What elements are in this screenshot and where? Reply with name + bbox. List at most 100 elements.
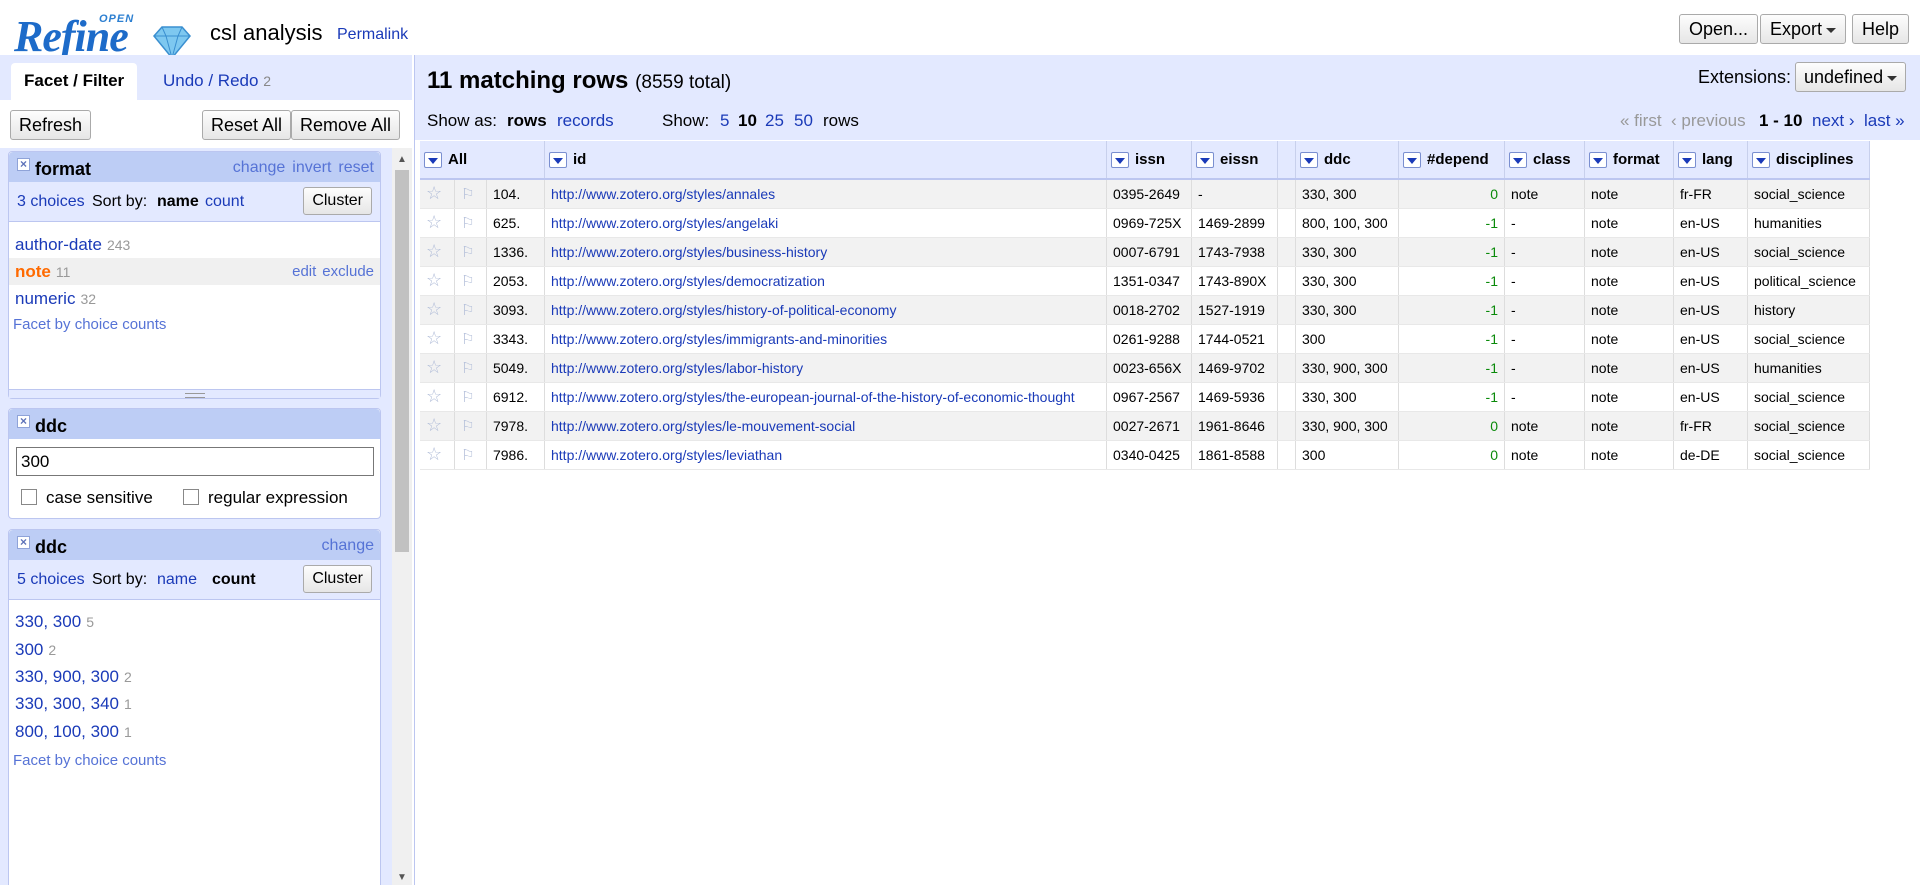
facet-by-choice-counts-link[interactable]: Facet by choice counts	[13, 752, 166, 769]
case-sensitive-checkbox[interactable]	[21, 489, 37, 505]
flag-icon[interactable]: ⚐	[454, 382, 487, 412]
column-header-ddc[interactable]: ddc	[1295, 141, 1399, 180]
facet-choice-label[interactable]: 330, 300	[15, 612, 81, 631]
pager-first[interactable]: « first	[1620, 111, 1662, 131]
scroll-up-icon[interactable]: ▲	[397, 154, 407, 165]
close-icon[interactable]: ×	[17, 158, 30, 171]
cluster-button[interactable]: Cluster	[303, 565, 372, 593]
exclude-link[interactable]: exclude	[322, 263, 374, 280]
remove-all-button[interactable]: Remove All	[291, 110, 401, 140]
facet-ddc-list-title[interactable]: ddc	[35, 537, 67, 558]
star-icon[interactable]: ☆	[420, 382, 456, 412]
facet-change-link[interactable]: change	[233, 159, 286, 176]
flag-icon[interactable]: ⚐	[454, 411, 487, 441]
cluster-button[interactable]: Cluster	[303, 187, 372, 215]
close-icon[interactable]: ×	[17, 536, 30, 549]
facet-choice-label[interactable]: 300	[15, 640, 43, 659]
resize-handle[interactable]	[9, 389, 380, 398]
facet-choice[interactable]: author-date 243	[9, 231, 380, 258]
cell-id[interactable]: http://www.zotero.org/styles/labor-histo…	[544, 353, 1107, 383]
star-icon[interactable]: ☆	[420, 266, 456, 296]
column-header-depend[interactable]: #depend	[1398, 141, 1505, 180]
column-header-all[interactable]: All	[420, 141, 545, 180]
cell-id[interactable]: http://www.zotero.org/styles/history-of-…	[544, 295, 1107, 325]
facet-choice-label[interactable]: numeric	[15, 289, 75, 308]
star-icon[interactable]: ☆	[420, 440, 456, 470]
cell-id[interactable]: http://www.zotero.org/styles/le-mouvemen…	[544, 411, 1107, 441]
facet-by-choice-counts-link[interactable]: Facet by choice counts	[13, 316, 166, 333]
column-header-disciplines[interactable]: disciplines	[1747, 141, 1870, 180]
facet-scrollbar[interactable]: ▲ ▼	[392, 148, 412, 885]
cell-id[interactable]: http://www.zotero.org/styles/democratiza…	[544, 266, 1107, 296]
column-menu-icon[interactable]	[1196, 152, 1214, 169]
help-button[interactable]: Help	[1852, 14, 1910, 44]
cell-id-link[interactable]: http://www.zotero.org/styles/labor-histo…	[551, 360, 803, 376]
column-menu-icon[interactable]	[1111, 152, 1129, 169]
flag-icon[interactable]: ⚐	[454, 295, 487, 325]
flag-icon[interactable]: ⚐	[454, 440, 487, 470]
column-menu-icon[interactable]	[1509, 152, 1527, 169]
text-filter-input[interactable]	[16, 447, 374, 476]
cell-id-link[interactable]: http://www.zotero.org/styles/business-hi…	[551, 244, 827, 260]
facet-choice[interactable]: 330, 300 5	[9, 608, 380, 635]
facet-reset-link[interactable]: reset	[338, 159, 374, 176]
column-menu-icon[interactable]	[424, 152, 442, 169]
cell-id-link[interactable]: http://www.zotero.org/styles/annales	[551, 186, 775, 202]
cell-id-link[interactable]: http://www.zotero.org/styles/democratiza…	[551, 273, 825, 289]
column-header-id[interactable]: id	[544, 141, 1107, 180]
openrefine-logo[interactable]: Refine OPEN	[14, 8, 194, 61]
permalink-link[interactable]: Permalink	[337, 26, 408, 44]
column-menu-icon[interactable]	[1678, 152, 1696, 169]
cell-id-link[interactable]: http://www.zotero.org/styles/leviathan	[551, 447, 782, 463]
sort-by-name[interactable]: name	[157, 193, 199, 211]
facet-format-title[interactable]: format	[35, 159, 91, 180]
facet-choice[interactable]: 300 2	[9, 636, 380, 663]
records-mode-link[interactable]: records	[557, 111, 614, 131]
edit-link[interactable]: edit	[292, 263, 316, 280]
facet-choice[interactable]: 330, 300, 340 1	[9, 690, 380, 717]
facet-choice[interactable]: numeric 32	[9, 285, 380, 312]
column-header-blank[interactable]	[1277, 141, 1296, 180]
page-size-5[interactable]: 5	[720, 111, 729, 131]
refresh-button[interactable]: Refresh	[10, 110, 92, 140]
page-size-50[interactable]: 50	[794, 111, 813, 131]
sort-by-name[interactable]: name	[157, 571, 197, 589]
sort-by-count[interactable]: count	[205, 193, 244, 211]
cell-id[interactable]: http://www.zotero.org/styles/the-europea…	[544, 382, 1107, 412]
flag-icon[interactable]: ⚐	[454, 353, 487, 383]
project-title[interactable]: csl analysis	[210, 20, 322, 46]
column-menu-icon[interactable]	[1403, 152, 1421, 169]
column-header-eissn[interactable]: eissn	[1191, 141, 1278, 180]
star-icon[interactable]: ☆	[420, 411, 456, 441]
regular-expression-checkbox[interactable]	[183, 489, 199, 505]
star-icon[interactable]: ☆	[420, 237, 456, 267]
cell-id[interactable]: http://www.zotero.org/styles/angelaki	[544, 208, 1107, 238]
facet-choice-label[interactable]: 330, 900, 300	[15, 667, 119, 686]
cell-id-link[interactable]: http://www.zotero.org/styles/le-mouvemen…	[551, 418, 855, 434]
choices-count-link[interactable]: 5 choices	[17, 571, 85, 589]
column-menu-icon[interactable]	[1752, 152, 1770, 169]
cell-id-link[interactable]: http://www.zotero.org/styles/the-europea…	[551, 389, 1075, 405]
facet-choice-label[interactable]: author-date	[15, 235, 102, 254]
facet-choice-label[interactable]: 330, 300, 340	[15, 694, 119, 713]
star-icon[interactable]: ☆	[420, 295, 456, 325]
cell-id-link[interactable]: http://www.zotero.org/styles/angelaki	[551, 215, 778, 231]
facet-choice-label[interactable]: 800, 100, 300	[15, 722, 119, 741]
tab-facet-filter[interactable]: Facet / Filter	[11, 63, 138, 100]
extensions-dropdown[interactable]: undefined	[1795, 62, 1907, 92]
pager-previous[interactable]: ‹ previous	[1671, 111, 1746, 131]
column-header-lang[interactable]: lang	[1673, 141, 1748, 180]
flag-icon[interactable]: ⚐	[454, 237, 487, 267]
facet-choice[interactable]: 330, 900, 300 2	[9, 663, 380, 690]
column-menu-icon[interactable]	[549, 152, 567, 169]
facet-invert-link[interactable]: invert	[292, 159, 331, 176]
pager-last[interactable]: last »	[1864, 111, 1905, 131]
column-header-issn[interactable]: issn	[1106, 141, 1192, 180]
tab-undo-redo[interactable]: Undo / Redo 2	[150, 63, 284, 100]
column-menu-icon[interactable]	[1589, 152, 1607, 169]
cell-id[interactable]: http://www.zotero.org/styles/business-hi…	[544, 237, 1107, 267]
cell-id[interactable]: http://www.zotero.org/styles/annales	[544, 179, 1107, 209]
star-icon[interactable]: ☆	[420, 353, 456, 383]
facet-choice[interactable]: 800, 100, 300 1	[9, 718, 380, 745]
pager-next[interactable]: next ›	[1812, 111, 1855, 131]
